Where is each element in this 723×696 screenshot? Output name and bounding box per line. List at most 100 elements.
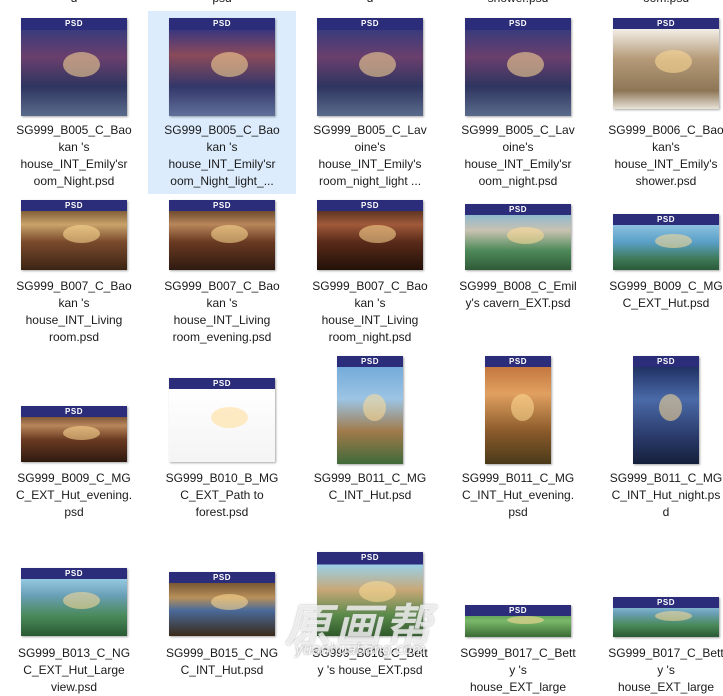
file-thumbnail: PSD xyxy=(148,18,296,116)
file-name-line: y 's xyxy=(509,663,527,677)
scene-highlight xyxy=(63,592,100,609)
file-name: SG999_B007_C_Bao kan 's house_INT_Living ro… xyxy=(2,278,146,346)
file-name-line: room_night_light ... xyxy=(318,174,422,188)
psd-badge: PSD xyxy=(169,572,275,583)
file-name-line: SG999_B017_C_Bett xyxy=(608,646,723,660)
file-item[interactable]: PSD SG999_B011_C_MG C_INT_Hut_evening. psd xyxy=(444,350,592,519)
file-thumbnail: PSD xyxy=(148,378,296,462)
psd-badge: PSD xyxy=(317,200,423,211)
file-item[interactable]: PSD SG999_B008_C_Emil y's cavern_EXT.psd xyxy=(444,195,592,345)
psd-preview-image: PSD xyxy=(317,200,423,270)
file-thumbnail: PSD xyxy=(444,18,592,116)
psd-preview-image: PSD xyxy=(465,605,571,637)
file-name: SG999_B006_C_Bao kan's house_INT_Emily's sh… xyxy=(594,122,723,190)
psd-badge: PSD xyxy=(633,356,699,367)
file-name-line: kan 's xyxy=(206,140,238,154)
file-name: SG999_B005_C_Lav oine's house_INT_Emily'sr… xyxy=(446,122,590,190)
file-item[interactable]: PSD SG999_B013_C_NG C_EXT_Hut_Large view.ps… xyxy=(0,545,148,695)
file-name-line: house_EXT_large xyxy=(617,680,715,694)
scene-highlight xyxy=(511,394,534,421)
file-name-line: y 's xyxy=(657,663,675,677)
file-name-line: SG999_B011_C_MG xyxy=(609,471,723,485)
file-thumbnail: PSD xyxy=(296,552,444,636)
file-item[interactable]: PSD SG999_B009_C_MG C_EXT_Hut_evening. psd xyxy=(0,370,148,525)
file-name: SG999_B005_C_Lav oine's house_INT_Emily'sr… xyxy=(298,122,442,190)
file-name-line: kan 's xyxy=(58,140,90,154)
psd-preview-image: PSD xyxy=(169,572,275,636)
file-item[interactable]: PSD SG999_B005_C_Lav oine's house_INT_Emily… xyxy=(444,11,592,194)
psd-badge: PSD xyxy=(21,200,127,211)
file-item[interactable]: PSD SG999_B005_C_Lav oine's house_INT_Emily… xyxy=(296,11,444,194)
file-name: SG999_B010_B_MG C_EXT_Path to forest.psd xyxy=(150,470,294,521)
file-item[interactable]: PSD SG999_B007_C_Bao kan 's house_INT_Livin… xyxy=(0,195,148,345)
file-name-line: C_INT_Hut.psd xyxy=(180,663,264,677)
psd-preview-image: PSD xyxy=(613,597,719,637)
psd-preview-image: PSD xyxy=(633,356,699,464)
file-name-line: SG999_B011_C_MG xyxy=(461,471,575,485)
psd-badge: PSD xyxy=(613,214,719,225)
psd-badge: PSD xyxy=(613,18,719,29)
file-thumbnail: PSD xyxy=(592,356,723,464)
file-name: SG999_B015_C_NG C_INT_Hut.psd xyxy=(150,645,294,679)
psd-badge: PSD xyxy=(485,356,551,367)
psd-badge: PSD xyxy=(21,406,127,417)
file-name: SG999_B008_C_Emil y's cavern_EXT.psd xyxy=(446,278,590,312)
psd-preview-image: PSD xyxy=(465,204,571,270)
psd-badge: PSD xyxy=(465,204,571,215)
file-name: SG999_B011_C_MG C_INT_Hut_evening. psd xyxy=(446,470,590,521)
scene-highlight xyxy=(363,394,386,421)
scene-highlight xyxy=(507,227,544,244)
file-name-line: SG999_B017_C_Bett xyxy=(460,646,576,660)
file-item[interactable]: PSD SG999_B017_C_Bett y 's house_EXT_large xyxy=(444,545,592,695)
file-name: SG999_B011_C_MG C_INT_Hut.psd xyxy=(298,470,442,504)
file-name-line: y 's house_EXT.psd xyxy=(317,663,423,677)
file-name: SG999_B009_C_MG C_EXT_Hut_evening. psd xyxy=(2,470,146,521)
psd-preview-image: PSD xyxy=(21,18,127,116)
file-name-line: room_night.psd xyxy=(328,330,412,344)
scene-highlight xyxy=(63,52,100,77)
file-name-line: shower.psd xyxy=(635,174,697,188)
file-item[interactable]: PSD SG999_B007_C_Bao kan 's house_INT_Livin… xyxy=(296,195,444,345)
file-name-line: SG999_B008_C_Emil xyxy=(459,279,577,293)
scene-highlight xyxy=(655,234,692,248)
file-name: SG999_B016_C_Betty 's house_EXT.psd xyxy=(298,645,442,679)
file-item[interactable]: PSD SG999_B009_C_MG C_EXT_Hut.psd xyxy=(592,195,723,345)
file-label-partial: d xyxy=(2,0,146,7)
file-name-line: SG999_B016_C_Bett xyxy=(312,646,428,660)
file-name-line: house_INT_Emily'sr xyxy=(20,157,128,171)
file-item[interactable]: PSD SG999_B017_C_Betty 's house_EXT_large xyxy=(592,545,723,695)
file-item[interactable]: PSD SG999_B005_C_Bao kan 's house_INT_Emily… xyxy=(148,11,296,194)
scene-highlight xyxy=(359,581,396,602)
file-item[interactable]: PSD SG999_B015_C_NG C_INT_Hut.psd xyxy=(148,545,296,695)
file-item[interactable]: PSD SG999_B006_C_Bao kan's house_INT_Emily'… xyxy=(592,11,723,194)
file-thumbnail: PSD xyxy=(592,597,723,637)
file-name: SG999_B011_C_MG C_INT_Hut_night.psd xyxy=(594,470,723,521)
psd-badge: PSD xyxy=(317,552,423,563)
psd-badge: PSD xyxy=(169,200,275,211)
file-name-line: SG999_B005_C_Bao xyxy=(164,123,280,137)
file-thumbnail: PSD xyxy=(0,406,148,462)
file-item[interactable]: PSD SG999_B011_C_MG C_INT_Hut.psd xyxy=(296,350,444,505)
file-name-line: forest.psd xyxy=(195,505,249,519)
file-name-line: psd xyxy=(64,505,84,519)
file-item[interactable]: PSD SG999_B005_C_Bao kan 's house_INT_Emily… xyxy=(0,11,148,194)
file-thumbnail: PSD xyxy=(444,605,592,637)
psd-badge: PSD xyxy=(337,356,403,367)
file-name: SG999_B005_C_Bao kan 's house_INT_Emily'sr… xyxy=(2,122,146,190)
psd-badge: PSD xyxy=(465,18,571,29)
file-item[interactable]: PSD SG999_B010_B_MG C_EXT_Path to forest.ps… xyxy=(148,370,296,525)
file-name-line: house_INT_Living xyxy=(173,313,271,327)
file-name-line: oom_night.psd xyxy=(478,174,558,188)
file-name-line: C_INT_Hut_night.ps xyxy=(611,488,721,502)
file-name-line: kan's xyxy=(652,140,680,154)
file-item[interactable]: PSD SG999_B016_C_Betty 's house_EXT.psd xyxy=(296,545,444,695)
file-item[interactable]: PSD SG999_B007_C_Bao kan 's house_INT_Livin… xyxy=(148,195,296,345)
file-name-line: d xyxy=(662,505,670,519)
psd-badge: PSD xyxy=(21,568,127,579)
file-thumbnail: PSD xyxy=(148,200,296,270)
file-name-line: SG999_B007_C_Bao xyxy=(312,279,428,293)
psd-preview-image: PSD xyxy=(21,200,127,270)
file-item[interactable]: PSD SG999_B011_C_MG C_INT_Hut_night.psd xyxy=(592,350,723,519)
file-name-line: SG999_B005_C_Lav xyxy=(313,123,427,137)
psd-preview-image: PSD xyxy=(169,200,275,270)
